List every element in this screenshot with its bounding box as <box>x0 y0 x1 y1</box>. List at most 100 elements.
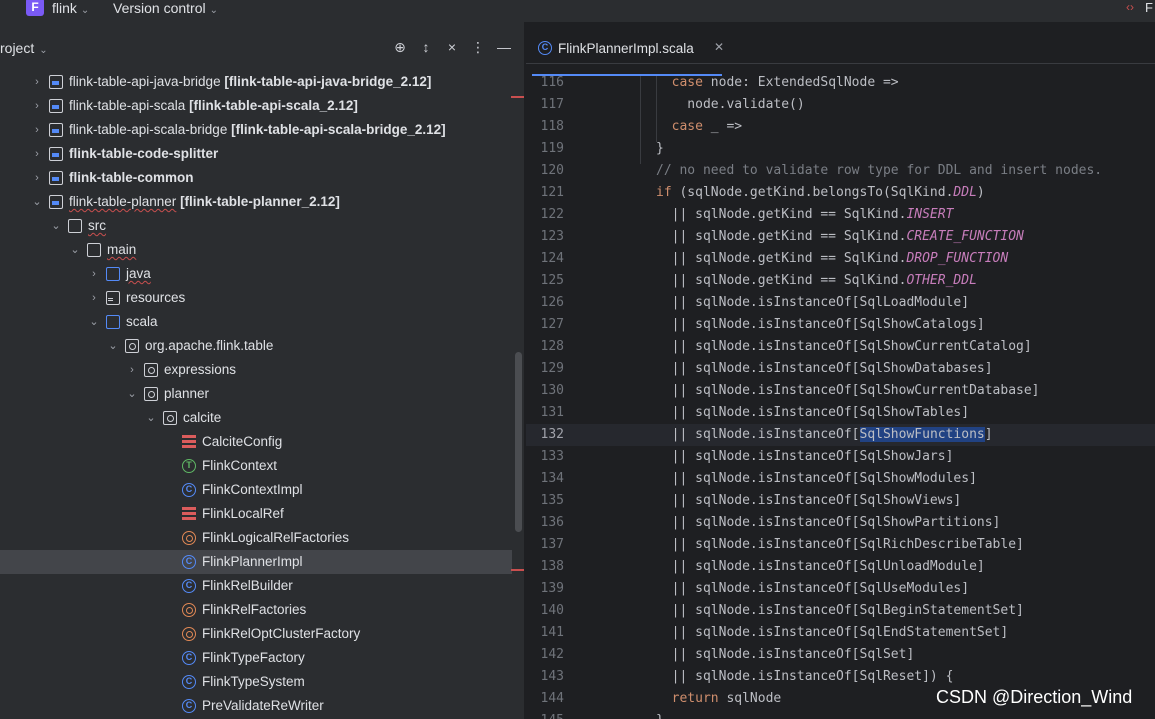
tree-item[interactable]: ⌄ src <box>0 214 512 238</box>
tree-item[interactable]: T FlinkContext <box>0 454 512 478</box>
version-control-menu[interactable]: Version control ⌄ <box>113 0 218 16</box>
code-line[interactable]: 134 || sqlNode.isInstanceOf[SqlShowModul… <box>526 468 1155 490</box>
tree-item[interactable]: ⌄ org.apache.flink.table <box>0 334 512 358</box>
chevron-right-icon[interactable]: › <box>30 166 44 190</box>
hide-panel-icon[interactable]: — <box>495 38 513 56</box>
chevron-right-icon[interactable]: › <box>30 94 44 118</box>
code-line[interactable]: 129 || sqlNode.isInstanceOf[SqlShowDatab… <box>526 358 1155 380</box>
code-line[interactable]: 121 if (sqlNode.getKind.belongsTo(SqlKind… <box>526 182 1155 204</box>
tree-item[interactable]: FlinkRelFactories <box>0 598 512 622</box>
tree-item-label: FlinkRelBuilder <box>202 574 293 598</box>
code-line[interactable]: 116 case node: ExtendedSqlNode => <box>526 72 1155 94</box>
tree-item[interactable]: CalciteConfig <box>0 430 512 454</box>
tree-item[interactable]: › flink-table-api-java-bridge [flink-tabl… <box>0 70 512 94</box>
chevron-down-icon[interactable]: ⌄ <box>87 310 101 334</box>
tree-item[interactable]: ⌄ main <box>0 238 512 262</box>
tree-item[interactable]: › flink-table-api-scala [flink-table-api-… <box>0 94 512 118</box>
tree-item[interactable]: › expressions <box>0 358 512 382</box>
chevron-down-icon[interactable]: ⌄ <box>49 214 63 238</box>
code-line[interactable]: 128 || sqlNode.isInstanceOf[SqlShowCurre… <box>526 336 1155 358</box>
tree-item[interactable]: FlinkLogicalRelFactories <box>0 526 512 550</box>
chevron-right-icon[interactable]: › <box>30 70 44 94</box>
code-line[interactable]: 132 || sqlNode.isInstanceOf[SqlShowFunct… <box>526 424 1155 446</box>
code-line[interactable]: 142 || sqlNode.isInstanceOf[SqlSet] <box>526 644 1155 666</box>
line-number: 133 <box>540 449 564 464</box>
code-line[interactable]: 124 || sqlNode.getKind == SqlKind.DROP_F… <box>526 248 1155 270</box>
chevron-right-icon[interactable]: › <box>125 358 139 382</box>
code-line[interactable]: 119} <box>526 138 1155 160</box>
tree-item[interactable]: › flink-table-common <box>0 166 512 190</box>
chevron-down-icon[interactable]: ⌄ <box>30 190 44 214</box>
code-line[interactable]: 135 || sqlNode.isInstanceOf[SqlShowViews… <box>526 490 1155 512</box>
tree-item[interactable]: C FlinkTypeSystem <box>0 670 512 694</box>
right-toolbar-letter[interactable]: F <box>1145 0 1153 15</box>
tree-item[interactable]: C FlinkPlannerImpl <box>0 550 512 574</box>
tree-item[interactable]: C FlinkRelBuilder <box>0 574 512 598</box>
code-line[interactable]: 143 || sqlNode.isInstanceOf[SqlReset]) { <box>526 666 1155 688</box>
code-line[interactable]: 125 || sqlNode.getKind == SqlKind.OTHER_… <box>526 270 1155 292</box>
project-tree-scrollbar[interactable] <box>515 352 522 532</box>
module-folder-icon <box>49 171 63 185</box>
tree-item-label: FlinkRelOptClusterFactory <box>202 622 360 646</box>
expand-all-icon[interactable]: ↕ <box>417 38 435 56</box>
tree-item[interactable]: ⌄ scala <box>0 310 512 334</box>
tree-item[interactable]: › flink-table-code-splitter <box>0 142 512 166</box>
code-line[interactable]: 120 // no need to validate row type for D… <box>526 160 1155 182</box>
tree-item[interactable]: ⌄ planner <box>0 382 512 406</box>
code-line[interactable]: 126 || sqlNode.isInstanceOf[SqlLoadModul… <box>526 292 1155 314</box>
tree-item[interactable]: ⌄ calcite <box>0 406 512 430</box>
tree-item-name: flink-table-api-scala <box>69 98 186 113</box>
code-line[interactable]: 130 || sqlNode.isInstanceOf[SqlShowCurre… <box>526 380 1155 402</box>
diff-arrows-icon[interactable]: ‹› <box>1126 0 1134 14</box>
code-line[interactable]: 127 || sqlNode.isInstanceOf[SqlShowCatal… <box>526 314 1155 336</box>
code-line[interactable]: 136 || sqlNode.isInstanceOf[SqlShowParti… <box>526 512 1155 534</box>
code-text: || sqlNode.isInstanceOf[SqlUseModules] <box>656 581 970 596</box>
editor-tab-flinkplannerimpl[interactable]: C FlinkPlannerImpl.scala ✕ <box>536 34 724 64</box>
error-marker <box>511 569 524 571</box>
code-line[interactable]: 141 || sqlNode.isInstanceOf[SqlEndStatem… <box>526 622 1155 644</box>
locate-file-icon[interactable]: ⊕ <box>391 38 409 56</box>
code-line[interactable]: 145} <box>526 710 1155 719</box>
code-line[interactable]: 139 || sqlNode.isInstanceOf[SqlUseModule… <box>526 578 1155 600</box>
tree-item-name: FlinkRelBuilder <box>202 578 293 593</box>
tree-item-label: FlinkLocalRef <box>202 502 284 526</box>
chevron-down-icon[interactable]: ⌄ <box>68 238 82 262</box>
project-logo-icon[interactable]: F <box>26 0 44 16</box>
tree-item[interactable]: C FlinkTypeFactory <box>0 646 512 670</box>
more-options-icon[interactable]: ⋮ <box>469 38 487 56</box>
code-line[interactable]: 122 || sqlNode.getKind == SqlKind.INSERT <box>526 204 1155 226</box>
class-icon: C <box>182 483 196 497</box>
line-number: 141 <box>540 625 564 640</box>
chevron-right-icon[interactable]: › <box>30 142 44 166</box>
tree-item[interactable]: FlinkRelOptClusterFactory <box>0 622 512 646</box>
chevron-down-icon[interactable]: ⌄ <box>125 382 139 406</box>
tree-item[interactable]: FlinkLocalRef <box>0 502 512 526</box>
code-line[interactable]: 131 || sqlNode.isInstanceOf[SqlShowTable… <box>526 402 1155 424</box>
code-line[interactable]: 137 || sqlNode.isInstanceOf[SqlRichDescr… <box>526 534 1155 556</box>
code-line[interactable]: 138 || sqlNode.isInstanceOf[SqlUnloadMod… <box>526 556 1155 578</box>
project-switcher[interactable]: flink ⌄ <box>52 0 89 16</box>
tree-item[interactable]: ⌄ flink-table-planner [flink-table-planne… <box>0 190 512 214</box>
tree-item[interactable]: C FlinkContextImpl <box>0 478 512 502</box>
project-view-selector[interactable]: roject ⌄ <box>0 40 48 56</box>
code-line[interactable]: 117 node.validate() <box>526 94 1155 116</box>
chevron-right-icon[interactable]: › <box>87 262 101 286</box>
code-line[interactable]: 123 || sqlNode.getKind == SqlKind.CREATE… <box>526 226 1155 248</box>
code-text: || sqlNode.getKind == SqlKind.INSERT <box>656 207 954 222</box>
code-line[interactable]: 133 || sqlNode.isInstanceOf[SqlShowJars] <box>526 446 1155 468</box>
version-control-label: Version control <box>113 0 206 16</box>
close-tab-icon[interactable]: ✕ <box>714 40 724 54</box>
code-line[interactable]: 140 || sqlNode.isInstanceOf[SqlBeginStat… <box>526 600 1155 622</box>
tree-item[interactable]: › flink-table-api-scala-bridge [flink-tab… <box>0 118 512 142</box>
chevron-down-icon[interactable]: ⌄ <box>144 406 158 430</box>
code-text: || sqlNode.isInstanceOf[SqlShowPartition… <box>656 515 1001 530</box>
chevron-right-icon[interactable]: › <box>87 286 101 310</box>
tree-item[interactable]: › java <box>0 262 512 286</box>
chevron-right-icon[interactable]: › <box>30 118 44 142</box>
code-line[interactable]: 118 case _ => <box>526 116 1155 138</box>
collapse-all-icon[interactable]: × <box>443 38 461 56</box>
code-text: || sqlNode.getKind == SqlKind.DROP_FUNCT… <box>656 251 1009 266</box>
tree-item[interactable]: C PreValidateReWriter <box>0 694 512 718</box>
tree-item[interactable]: › resources <box>0 286 512 310</box>
chevron-down-icon[interactable]: ⌄ <box>106 334 120 358</box>
